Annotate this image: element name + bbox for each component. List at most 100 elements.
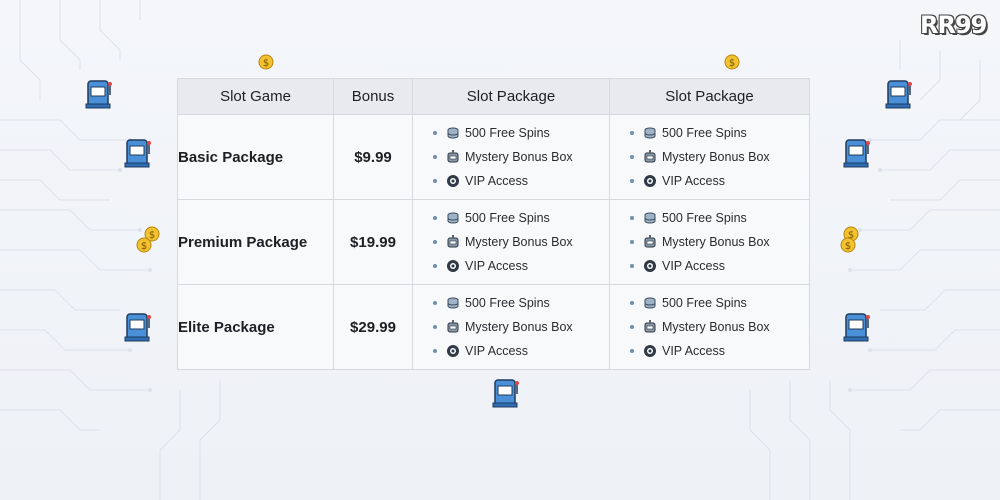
feature-item: 500 Free Spins [630,121,809,145]
dollar-coin-icon: $ [258,54,274,70]
svg-text:$: $ [845,241,851,252]
feature-item: Mystery Bonus Box [630,315,809,339]
feature-label: VIP Access [465,344,528,358]
feature-list: 500 Free Spins Mystery Bonus Box VIP Acces… [413,121,609,193]
svg-text:$: $ [729,58,735,69]
bullet-dot [433,216,437,220]
package-price: $9.99 [333,114,413,200]
feature-item: Mystery Bonus Box [433,315,609,339]
robot-icon [643,320,657,334]
header-slot-package: Slot Package [609,78,810,115]
feature-item: Mystery Bonus Box [630,145,809,169]
coin-stack-icon [643,296,657,310]
header-slot-game: Slot Game [177,78,334,115]
feature-label: 500 Free Spins [465,211,550,225]
feature-list: 500 Free Spins Mystery Bonus Box VIP Acces… [413,206,609,278]
vip-badge-icon [446,344,460,358]
feature-label: 500 Free Spins [662,211,747,225]
bullet-dot [630,264,634,268]
slot-machine-icon [843,139,870,168]
robot-icon [446,320,460,334]
vip-badge-icon [643,174,657,188]
bullet-dot [433,179,437,183]
feature-item: Mystery Bonus Box [433,230,609,254]
feature-item: VIP Access [433,339,609,363]
svg-text:$: $ [141,241,147,252]
package-name: Elite Package [177,284,334,370]
feature-label: Mystery Bonus Box [662,150,770,164]
feature-label: VIP Access [662,344,725,358]
package-price: $19.99 [333,199,413,285]
feature-label: 500 Free Spins [662,296,747,310]
bullet-dot [433,301,437,305]
package-price: $29.99 [333,284,413,370]
feature-label: 500 Free Spins [465,126,550,140]
feature-label: Mystery Bonus Box [662,320,770,334]
package-features-cell: 500 Free Spins Mystery Bonus Box VIP Acces… [412,199,610,285]
vip-badge-icon [643,259,657,273]
table-row: Premium Package $19.99 500 Free Spins Myste… [177,199,810,285]
vip-badge-icon [643,344,657,358]
coin-stack-icon [446,296,460,310]
bullet-dot [630,240,634,244]
bullet-dot [433,325,437,329]
package-table: Slot Game Bonus Slot Package Slot Packag… [177,78,810,370]
bullet-dot [630,349,634,353]
feature-label: VIP Access [662,174,725,188]
robot-icon [643,150,657,164]
robot-icon [643,235,657,249]
vip-badge-icon [446,174,460,188]
bullet-dot [630,155,634,159]
bullet-dot [433,155,437,159]
feature-item: Mystery Bonus Box [630,230,809,254]
feature-label: Mystery Bonus Box [662,235,770,249]
package-features-cell: 500 Free Spins Mystery Bonus Box VIP Acces… [412,284,610,370]
feature-item: VIP Access [630,339,809,363]
feature-label: 500 Free Spins [662,126,747,140]
dollar-coin-icon: $ [724,54,740,70]
package-name: Basic Package [177,114,334,200]
feature-item: 500 Free Spins [630,206,809,230]
brand-logo[interactable]: RR99 [920,10,990,40]
bullet-dot [433,240,437,244]
slot-machine-icon [843,313,870,342]
bullet-dot [630,131,634,135]
bullet-dot [630,216,634,220]
feature-label: 500 Free Spins [465,296,550,310]
coin-stack-icon [643,211,657,225]
package-features-cell: 500 Free Spins Mystery Bonus Box VIP Acces… [412,114,610,200]
slot-machine-icon [124,313,151,342]
bullet-dot [630,179,634,183]
feature-item: VIP Access [630,169,809,193]
coin-stack-icon [446,126,460,140]
package-features-cell: 500 Free Spins Mystery Bonus Box VIP Acces… [609,199,810,285]
feature-list: 500 Free Spins Mystery Bonus Box VIP Acces… [610,121,809,193]
bullet-dot [433,131,437,135]
feature-item: VIP Access [630,254,809,278]
feature-list: 500 Free Spins Mystery Bonus Box VIP Acces… [413,291,609,363]
coin-stack-icon [446,211,460,225]
bullet-dot [433,349,437,353]
feature-label: VIP Access [465,174,528,188]
feature-item: VIP Access [433,169,609,193]
feature-label: Mystery Bonus Box [465,150,573,164]
feature-label: Mystery Bonus Box [465,320,573,334]
slot-machine-icon [492,379,519,408]
feature-item: Mystery Bonus Box [433,145,609,169]
bullet-dot [433,264,437,268]
feature-item: 500 Free Spins [630,291,809,315]
table-row: Basic Package $9.99 500 Free Spins Mystery … [177,114,810,200]
slot-machine-icon [124,139,151,168]
robot-icon [446,235,460,249]
dollar-coin-icon: $ $ [840,226,859,253]
slot-machine-icon [885,80,912,109]
package-features-cell: 500 Free Spins Mystery Bonus Box VIP Acces… [609,114,810,200]
table-header-row: Slot Game Bonus Slot Package Slot Packag… [177,78,810,115]
table-row: Elite Package $29.99 500 Free Spins Mystery… [177,284,810,370]
feature-item: VIP Access [433,254,609,278]
feature-item: 500 Free Spins [433,206,609,230]
bullet-dot [630,325,634,329]
feature-label: Mystery Bonus Box [465,235,573,249]
feature-label: VIP Access [465,259,528,273]
svg-text:$: $ [263,58,269,69]
